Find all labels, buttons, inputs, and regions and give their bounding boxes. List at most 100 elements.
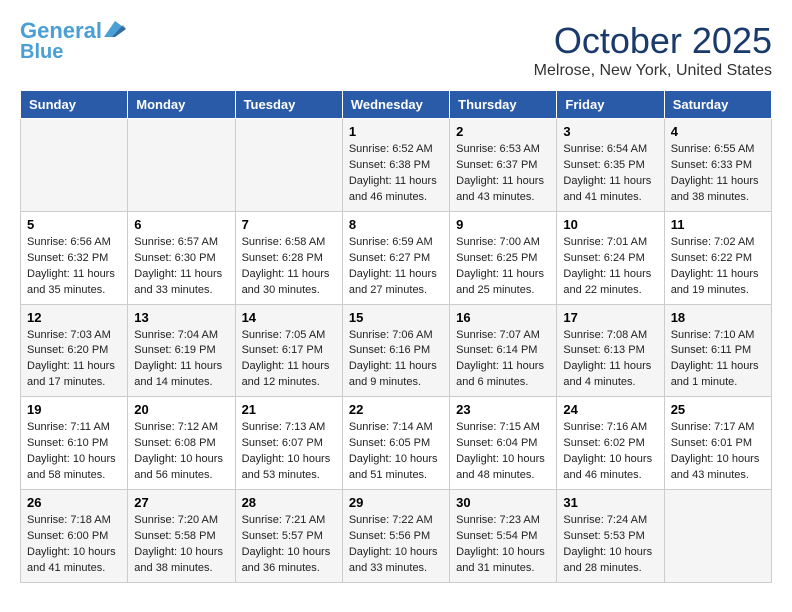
calendar-week-row: 26 Sunrise: 7:18 AM Sunset: 6:00 PM Dayli… bbox=[21, 490, 772, 583]
day-number: 24 bbox=[563, 402, 657, 417]
weekday-header: Sunday bbox=[21, 91, 128, 119]
day-info: Sunrise: 7:23 AM Sunset: 5:54 PM Dayligh… bbox=[456, 513, 550, 577]
day-info: Sunrise: 7:12 AM Sunset: 6:08 PM Dayligh… bbox=[134, 420, 228, 484]
calendar-cell: 8 Sunrise: 6:59 AM Sunset: 6:27 PM Daylig… bbox=[342, 211, 449, 304]
day-number: 12 bbox=[27, 310, 121, 325]
calendar-cell: 23 Sunrise: 7:15 AM Sunset: 6:04 PM Dayli… bbox=[450, 397, 557, 490]
day-number: 13 bbox=[134, 310, 228, 325]
day-number: 2 bbox=[456, 124, 550, 139]
day-number: 29 bbox=[349, 495, 443, 510]
calendar-cell: 30 Sunrise: 7:23 AM Sunset: 5:54 PM Dayli… bbox=[450, 490, 557, 583]
calendar-cell: 6 Sunrise: 6:57 AM Sunset: 6:30 PM Daylig… bbox=[128, 211, 235, 304]
day-number: 17 bbox=[563, 310, 657, 325]
day-number: 19 bbox=[27, 402, 121, 417]
calendar-cell: 13 Sunrise: 7:04 AM Sunset: 6:19 PM Dayli… bbox=[128, 304, 235, 397]
day-number: 21 bbox=[242, 402, 336, 417]
calendar-cell: 24Sunrise: 7:16 AM Sunset: 6:02 PM Dayli… bbox=[557, 397, 664, 490]
day-info: Sunrise: 6:56 AM Sunset: 6:32 PM Dayligh… bbox=[27, 235, 121, 299]
day-info: Sunrise: 7:24 AM Sunset: 5:53 PM Dayligh… bbox=[563, 513, 657, 577]
calendar-cell: 19 Sunrise: 7:11 AM Sunset: 6:10 PM Dayli… bbox=[21, 397, 128, 490]
day-info: Sunrise: 7:04 AM Sunset: 6:19 PM Dayligh… bbox=[134, 328, 228, 392]
weekday-header: Friday bbox=[557, 91, 664, 119]
day-info: Sunrise: 7:05 AM Sunset: 6:17 PM Dayligh… bbox=[242, 328, 336, 392]
calendar-week-row: 19 Sunrise: 7:11 AM Sunset: 6:10 PM Dayli… bbox=[21, 397, 772, 490]
day-info: Sunrise: 7:07 AM Sunset: 6:14 PM Dayligh… bbox=[456, 328, 550, 392]
day-number: 30 bbox=[456, 495, 550, 510]
calendar-cell: 11Sunrise: 7:02 AM Sunset: 6:22 PM Dayli… bbox=[664, 211, 771, 304]
calendar-cell: 26 Sunrise: 7:18 AM Sunset: 6:00 PM Dayli… bbox=[21, 490, 128, 583]
day-number: 26 bbox=[27, 495, 121, 510]
day-number: 3 bbox=[563, 124, 657, 139]
calendar-cell: 31 Sunrise: 7:24 AM Sunset: 5:53 PM Dayli… bbox=[557, 490, 664, 583]
calendar-cell: 16Sunrise: 7:07 AM Sunset: 6:14 PM Dayli… bbox=[450, 304, 557, 397]
day-number: 31 bbox=[563, 495, 657, 510]
logo-text: General bbox=[20, 20, 102, 42]
calendar-cell bbox=[128, 119, 235, 212]
logo-blue-text: Blue bbox=[20, 42, 63, 62]
day-number: 8 bbox=[349, 217, 443, 232]
calendar-cell: 9 Sunrise: 7:00 AM Sunset: 6:25 PM Daylig… bbox=[450, 211, 557, 304]
calendar-cell: 4 Sunrise: 6:55 AM Sunset: 6:33 PM Daylig… bbox=[664, 119, 771, 212]
calendar-cell: 27Sunrise: 7:20 AM Sunset: 5:58 PM Dayli… bbox=[128, 490, 235, 583]
calendar-cell: 3 Sunrise: 6:54 AM Sunset: 6:35 PM Daylig… bbox=[557, 119, 664, 212]
day-number: 5 bbox=[27, 217, 121, 232]
day-info: Sunrise: 6:59 AM Sunset: 6:27 PM Dayligh… bbox=[349, 235, 443, 299]
day-number: 7 bbox=[242, 217, 336, 232]
calendar-cell: 21Sunrise: 7:13 AM Sunset: 6:07 PM Dayli… bbox=[235, 397, 342, 490]
logo: General Blue bbox=[20, 20, 126, 62]
calendar-cell bbox=[235, 119, 342, 212]
calendar-cell: 10Sunrise: 7:01 AM Sunset: 6:24 PM Dayli… bbox=[557, 211, 664, 304]
calendar-header-row: SundayMondayTuesdayWednesdayThursdayFrid… bbox=[21, 91, 772, 119]
day-info: Sunrise: 6:58 AM Sunset: 6:28 PM Dayligh… bbox=[242, 235, 336, 299]
calendar-week-row: 1Sunrise: 6:52 AM Sunset: 6:38 PM Daylig… bbox=[21, 119, 772, 212]
calendar-body: 1Sunrise: 6:52 AM Sunset: 6:38 PM Daylig… bbox=[21, 119, 772, 583]
calendar-cell: 29 Sunrise: 7:22 AM Sunset: 5:56 PM Dayli… bbox=[342, 490, 449, 583]
day-info: Sunrise: 7:14 AM Sunset: 6:05 PM Dayligh… bbox=[349, 420, 443, 484]
day-number: 22 bbox=[349, 402, 443, 417]
day-number: 25 bbox=[671, 402, 765, 417]
day-info: Sunrise: 7:06 AM Sunset: 6:16 PM Dayligh… bbox=[349, 328, 443, 392]
day-number: 27 bbox=[134, 495, 228, 510]
day-info: Sunrise: 7:17 AM Sunset: 6:01 PM Dayligh… bbox=[671, 420, 765, 484]
day-info: Sunrise: 7:15 AM Sunset: 6:04 PM Dayligh… bbox=[456, 420, 550, 484]
calendar-cell bbox=[664, 490, 771, 583]
day-number: 28 bbox=[242, 495, 336, 510]
day-number: 23 bbox=[456, 402, 550, 417]
day-info: Sunrise: 7:22 AM Sunset: 5:56 PM Dayligh… bbox=[349, 513, 443, 577]
weekday-header: Wednesday bbox=[342, 91, 449, 119]
calendar-cell: 18Sunrise: 7:10 AM Sunset: 6:11 PM Dayli… bbox=[664, 304, 771, 397]
day-info: Sunrise: 6:57 AM Sunset: 6:30 PM Dayligh… bbox=[134, 235, 228, 299]
location: Melrose, New York, United States bbox=[534, 62, 772, 80]
calendar-cell: 22 Sunrise: 7:14 AM Sunset: 6:05 PM Dayli… bbox=[342, 397, 449, 490]
weekday-header: Saturday bbox=[664, 91, 771, 119]
day-number: 15 bbox=[349, 310, 443, 325]
calendar-cell: 2 Sunrise: 6:53 AM Sunset: 6:37 PM Daylig… bbox=[450, 119, 557, 212]
day-info: Sunrise: 7:00 AM Sunset: 6:25 PM Dayligh… bbox=[456, 235, 550, 299]
day-number: 11 bbox=[671, 217, 765, 232]
title-area: October 2025 Melrose, New York, United S… bbox=[534, 20, 772, 80]
day-number: 6 bbox=[134, 217, 228, 232]
day-number: 14 bbox=[242, 310, 336, 325]
day-number: 20 bbox=[134, 402, 228, 417]
day-info: Sunrise: 7:10 AM Sunset: 6:11 PM Dayligh… bbox=[671, 328, 765, 392]
day-info: Sunrise: 6:55 AM Sunset: 6:33 PM Dayligh… bbox=[671, 142, 765, 206]
calendar-cell: 5 Sunrise: 6:56 AM Sunset: 6:32 PM Daylig… bbox=[21, 211, 128, 304]
day-info: Sunrise: 6:54 AM Sunset: 6:35 PM Dayligh… bbox=[563, 142, 657, 206]
calendar-cell: 28 Sunrise: 7:21 AM Sunset: 5:57 PM Dayli… bbox=[235, 490, 342, 583]
day-info: Sunrise: 7:18 AM Sunset: 6:00 PM Dayligh… bbox=[27, 513, 121, 577]
calendar-cell: 15 Sunrise: 7:06 AM Sunset: 6:16 PM Dayli… bbox=[342, 304, 449, 397]
day-info: Sunrise: 7:08 AM Sunset: 6:13 PM Dayligh… bbox=[563, 328, 657, 392]
day-number: 9 bbox=[456, 217, 550, 232]
month-title: October 2025 bbox=[534, 20, 772, 62]
page-header: General Blue October 2025 Melrose, New Y… bbox=[20, 20, 772, 80]
day-number: 4 bbox=[671, 124, 765, 139]
day-info: Sunrise: 7:03 AM Sunset: 6:20 PM Dayligh… bbox=[27, 328, 121, 392]
weekday-header: Tuesday bbox=[235, 91, 342, 119]
calendar-table: SundayMondayTuesdayWednesdayThursdayFrid… bbox=[20, 90, 772, 583]
calendar-cell: 7 Sunrise: 6:58 AM Sunset: 6:28 PM Daylig… bbox=[235, 211, 342, 304]
day-info: Sunrise: 6:53 AM Sunset: 6:37 PM Dayligh… bbox=[456, 142, 550, 206]
day-info: Sunrise: 7:21 AM Sunset: 5:57 PM Dayligh… bbox=[242, 513, 336, 577]
calendar-cell: 20 Sunrise: 7:12 AM Sunset: 6:08 PM Dayli… bbox=[128, 397, 235, 490]
day-info: Sunrise: 7:11 AM Sunset: 6:10 PM Dayligh… bbox=[27, 420, 121, 484]
calendar-cell: 1Sunrise: 6:52 AM Sunset: 6:38 PM Daylig… bbox=[342, 119, 449, 212]
